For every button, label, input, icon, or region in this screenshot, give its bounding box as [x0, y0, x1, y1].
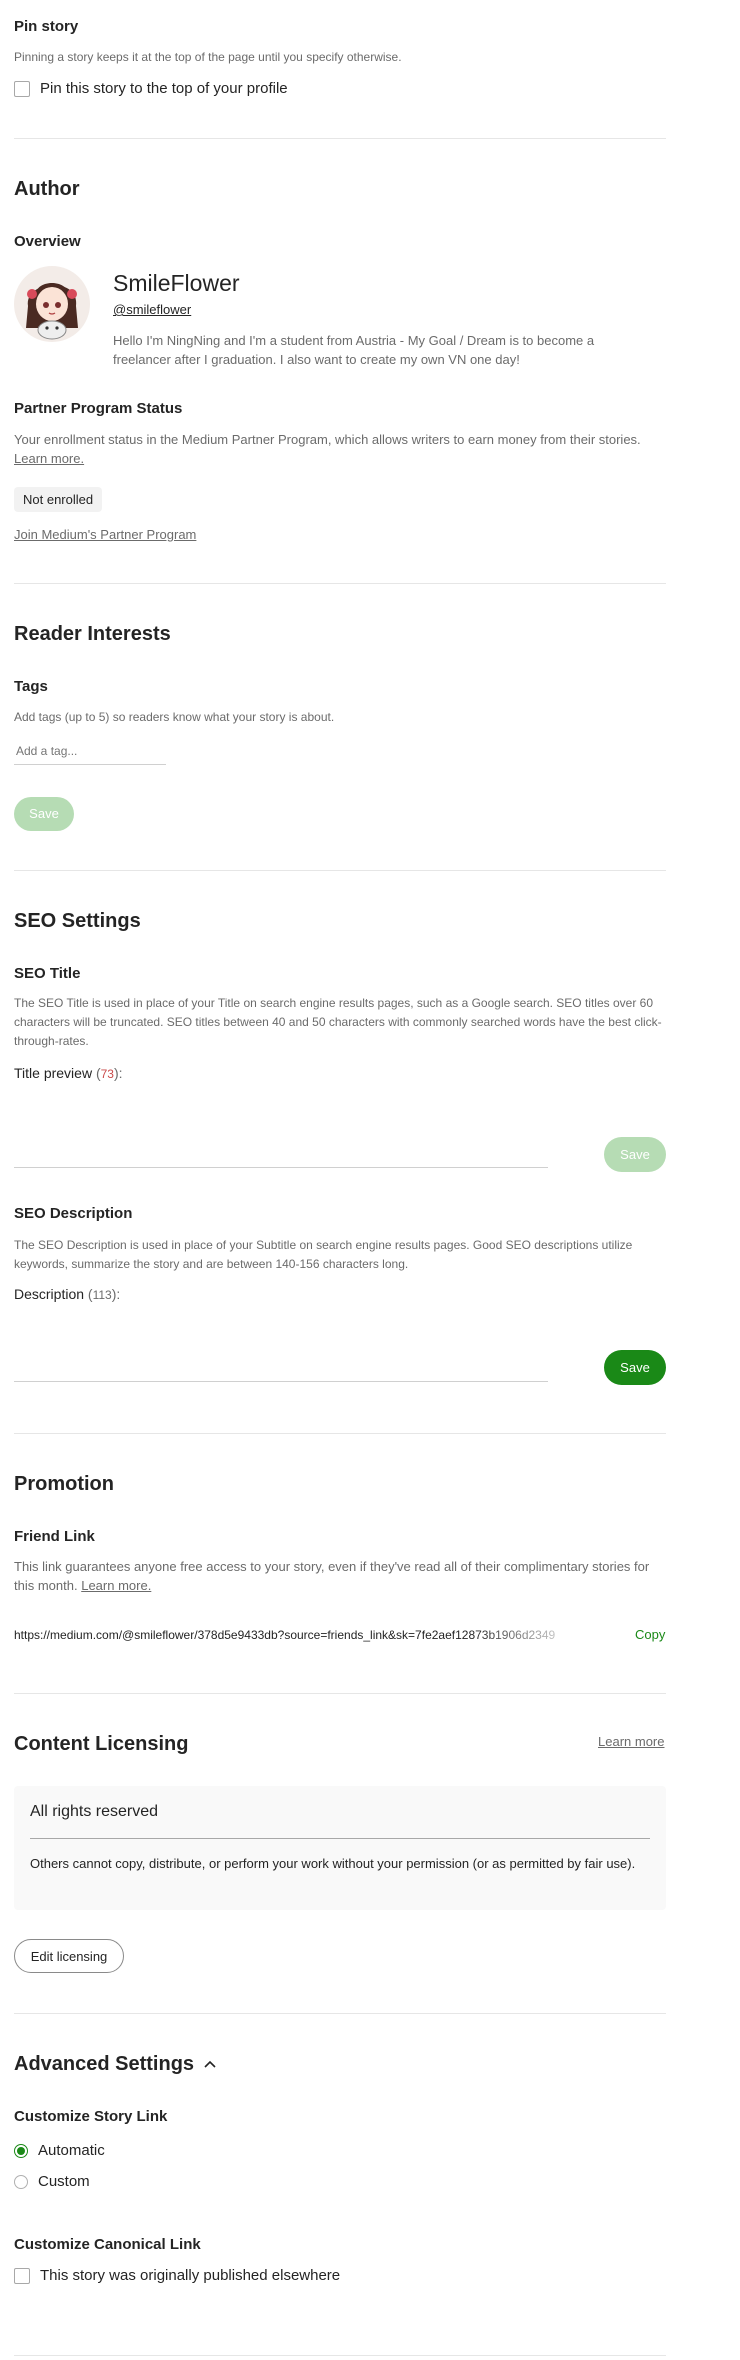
- seo-title-input[interactable]: [14, 1167, 548, 1168]
- author-handle[interactable]: @smileflower: [113, 302, 191, 317]
- partner-learn-more-link[interactable]: Learn more.: [14, 451, 84, 466]
- tag-input[interactable]: [14, 738, 166, 765]
- customize-canonical-link-title: Customize Canonical Link: [14, 2236, 201, 2253]
- divider: [14, 870, 666, 871]
- tags-description: Add tags (up to 5) so readers know what …: [14, 710, 335, 724]
- advanced-settings-title: Advanced Settings: [14, 2053, 195, 2075]
- title-preview-text: Title preview: [14, 1065, 93, 1081]
- title-preview-count: 73: [100, 1067, 114, 1081]
- pin-story-description: Pinning a story keeps it at the top of t…: [14, 50, 402, 64]
- author-name: SmileFlower: [113, 270, 240, 296]
- seo-description-text: The SEO Description is used in place of …: [14, 1238, 633, 1271]
- radio-custom-label: Custom: [38, 2173, 90, 2190]
- edit-licensing-button[interactable]: Edit licensing: [14, 1939, 124, 1973]
- canonical-checkbox[interactable]: [14, 2267, 30, 2284]
- avatar[interactable]: [14, 266, 90, 342]
- canonical-checkbox-label: This story was originally published else…: [40, 2267, 341, 2284]
- radio-option-custom[interactable]: Custom: [14, 2173, 90, 2190]
- license-card-divider: [30, 1838, 650, 1839]
- tags-title: Tags: [14, 678, 48, 695]
- seo-title-heading: SEO Title: [14, 965, 81, 982]
- divider: [14, 138, 666, 139]
- title-preview-label: Title preview (73):: [14, 1065, 123, 1081]
- partner-program-desc-text: Your enrollment status in the Medium Par…: [14, 432, 641, 447]
- description-count: 113: [92, 1288, 112, 1302]
- seo-title-save-button[interactable]: Save: [604, 1137, 666, 1172]
- author-bio: Hello I'm NingNing and I'm a student fro…: [113, 333, 595, 367]
- promotion-title: Promotion: [14, 1473, 114, 1495]
- license-card: All rights reserved Others cannot copy, …: [14, 1786, 666, 1910]
- partner-program-description: Your enrollment status in the Medium Par…: [14, 430, 666, 468]
- friend-link-url[interactable]: https://medium.com/@smileflower/378d5e94…: [14, 1628, 586, 1646]
- radio-custom[interactable]: [14, 2174, 28, 2189]
- partner-program-title: Partner Program Status: [14, 400, 183, 417]
- overview-title: Overview: [14, 233, 81, 250]
- seo-description-heading: SEO Description: [14, 1205, 133, 1222]
- pin-story-checkbox[interactable]: [14, 80, 30, 97]
- seo-title-description: The SEO Title is used in place of your T…: [14, 996, 662, 1048]
- pin-story-checkbox-label: Pin this story to the top of your profil…: [40, 80, 288, 97]
- copy-link-button[interactable]: Copy: [635, 1627, 665, 1642]
- divider: [14, 583, 666, 584]
- friend-link-description: This link guarantees anyone free access …: [14, 1557, 666, 1595]
- description-label: Description (113):: [14, 1286, 121, 1302]
- seo-description-save-button[interactable]: Save: [604, 1350, 666, 1385]
- seo-description-input[interactable]: [14, 1381, 548, 1382]
- avatar-image: [14, 266, 90, 342]
- divider: [14, 1693, 666, 1694]
- divider: [14, 2355, 666, 2356]
- chevron-up-icon: [203, 2056, 217, 2074]
- advanced-settings-toggle[interactable]: Advanced Settings: [14, 2053, 217, 2076]
- customize-story-link-title: Customize Story Link: [14, 2108, 168, 2125]
- description-label-text: Description: [14, 1286, 85, 1302]
- radio-automatic-label: Automatic: [38, 2142, 105, 2159]
- canonical-option[interactable]: This story was originally published else…: [14, 2267, 340, 2284]
- licensing-learn-more-link[interactable]: Learn more: [598, 1734, 664, 1749]
- content-licensing-title: Content Licensing: [14, 1733, 189, 1755]
- divider: [14, 1433, 666, 1434]
- radio-option-automatic[interactable]: Automatic: [14, 2142, 105, 2159]
- friend-link-title: Friend Link: [14, 1528, 95, 1545]
- enrollment-status-badge: Not enrolled: [14, 487, 103, 512]
- radio-automatic[interactable]: [14, 2143, 28, 2158]
- author-section-title: Author: [14, 178, 80, 200]
- seo-settings-title: SEO Settings: [14, 910, 141, 932]
- friend-link-learn-more[interactable]: Learn more.: [81, 1578, 151, 1593]
- pin-story-option[interactable]: Pin this story to the top of your profil…: [14, 80, 288, 97]
- pin-story-title: Pin story: [14, 18, 79, 35]
- join-partner-program-link[interactable]: Join Medium's Partner Program: [14, 527, 196, 542]
- reader-interests-title: Reader Interests: [14, 623, 171, 645]
- tags-save-button[interactable]: Save: [14, 797, 74, 831]
- license-card-description: Others cannot copy, distribute, or perfo…: [30, 1856, 636, 1871]
- license-card-title: All rights reserved: [30, 1803, 159, 1820]
- divider: [14, 2013, 666, 2014]
